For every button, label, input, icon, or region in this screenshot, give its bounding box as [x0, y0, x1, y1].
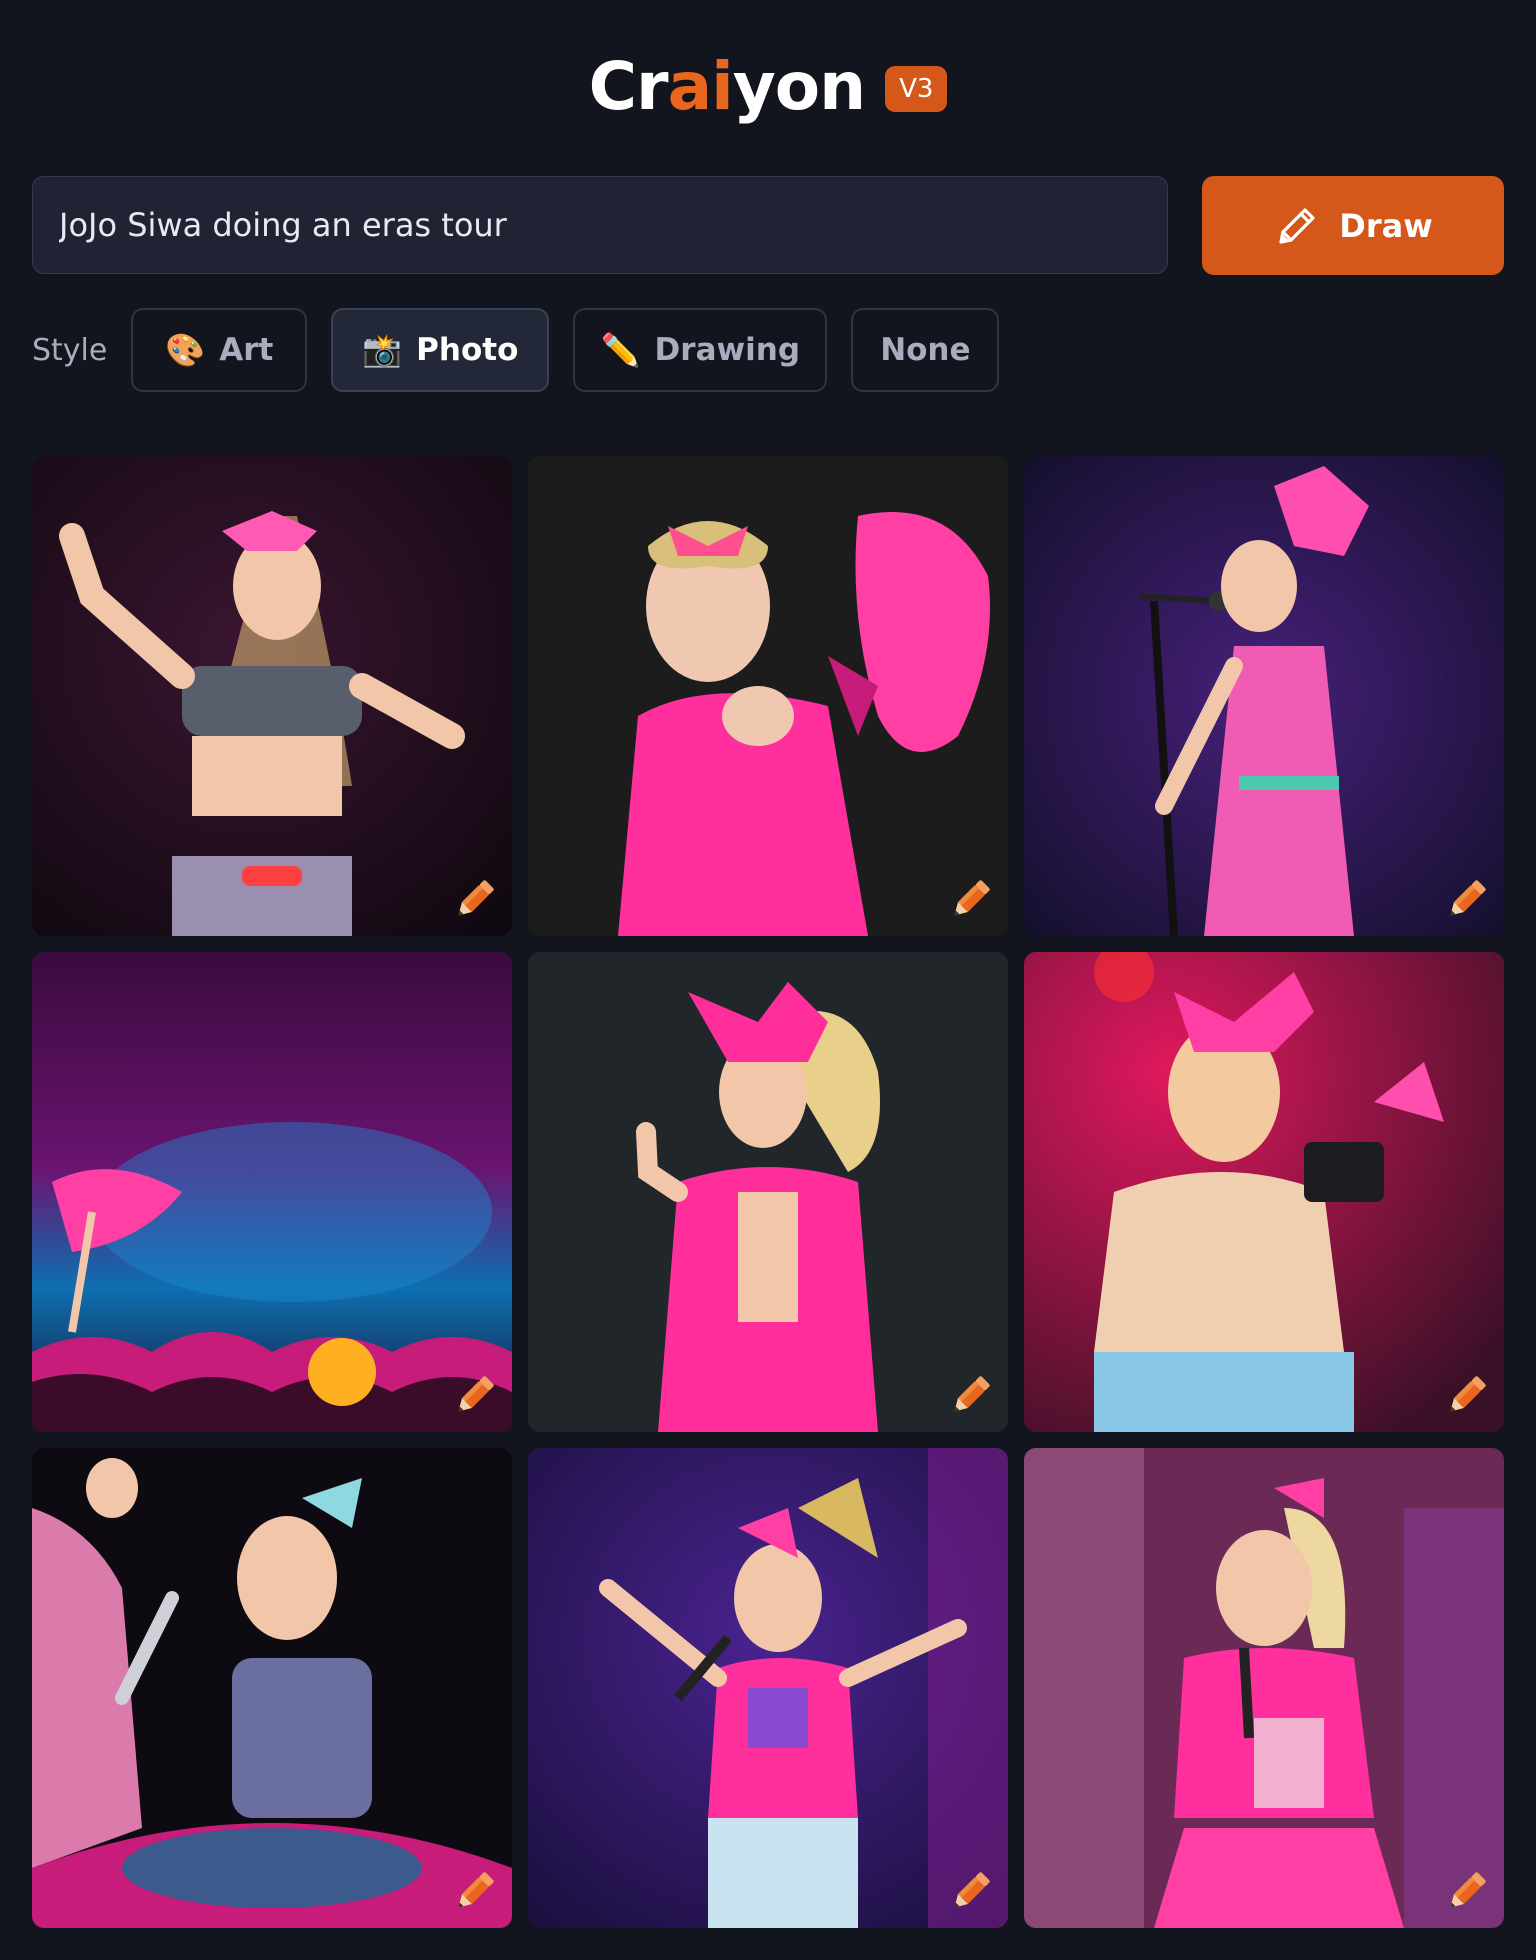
header: Cr ai yon V3 [0, 36, 1536, 136]
style-option-photo[interactable]: 📸 Photo [331, 308, 550, 392]
style-option-label: Drawing [654, 332, 801, 368]
pencil-edit-icon[interactable] [450, 1372, 498, 1420]
version-badge: V3 [885, 66, 948, 112]
pencil-emoji-icon: ✏️ [600, 331, 641, 369]
pencil-edit-icon[interactable] [450, 876, 498, 924]
pencil-icon [1279, 207, 1315, 244]
generated-image-sequin-top-singer [1024, 1448, 1504, 1928]
style-selector: Style 🎨 Art 📸 Photo ✏️ Drawing None [32, 308, 1023, 392]
style-option-label: None [880, 332, 971, 368]
style-option-label: Art [219, 332, 274, 368]
generated-image-pink-jacket-pose [528, 952, 1008, 1432]
logo[interactable]: Cr ai yon [588, 47, 867, 125]
generated-image-smiling-camera [1024, 952, 1504, 1432]
logo-part-3: yon [732, 47, 866, 125]
camera-flash-icon: 📸 [362, 331, 403, 369]
result-image[interactable] [32, 456, 512, 936]
result-image[interactable] [528, 456, 1008, 936]
generated-image-concert-crowd [32, 952, 512, 1432]
pencil-edit-icon[interactable] [1442, 1868, 1490, 1916]
result-image[interactable] [528, 1448, 1008, 1928]
generated-image-singer-gold-bow [528, 1448, 1008, 1928]
logo-part-1: Cr [588, 47, 669, 125]
result-image[interactable] [1024, 456, 1504, 936]
style-option-none[interactable]: None [851, 308, 1000, 392]
result-image[interactable] [1024, 952, 1504, 1432]
result-image[interactable] [32, 1448, 512, 1928]
logo-part-accent: ai [667, 47, 734, 125]
result-image[interactable] [32, 952, 512, 1432]
pencil-edit-icon[interactable] [946, 1868, 994, 1916]
pencil-edit-icon[interactable] [946, 876, 994, 924]
generated-image-seated-singer [32, 1448, 512, 1928]
results-grid [32, 456, 1504, 1928]
pencil-edit-icon[interactable] [1442, 1372, 1490, 1420]
draw-button-label: Draw [1339, 206, 1433, 245]
generated-image-portrait-pink-bow [528, 456, 1008, 936]
style-option-art[interactable]: 🎨 Art [131, 308, 308, 392]
result-image[interactable] [528, 952, 1008, 1432]
pencil-edit-icon[interactable] [1442, 876, 1490, 924]
prompt-input[interactable] [32, 176, 1168, 274]
palette-icon: 🎨 [165, 331, 206, 369]
result-image[interactable] [1024, 1448, 1504, 1928]
pencil-edit-icon[interactable] [450, 1868, 498, 1916]
style-label: Style [32, 332, 108, 368]
generated-image-singer-microphone [1024, 456, 1504, 936]
style-option-label: Photo [416, 332, 519, 368]
draw-button[interactable]: Draw [1202, 176, 1504, 275]
style-option-drawing[interactable]: ✏️ Drawing [573, 308, 828, 392]
generated-image-performer-stage [32, 456, 512, 936]
pencil-edit-icon[interactable] [946, 1372, 994, 1420]
